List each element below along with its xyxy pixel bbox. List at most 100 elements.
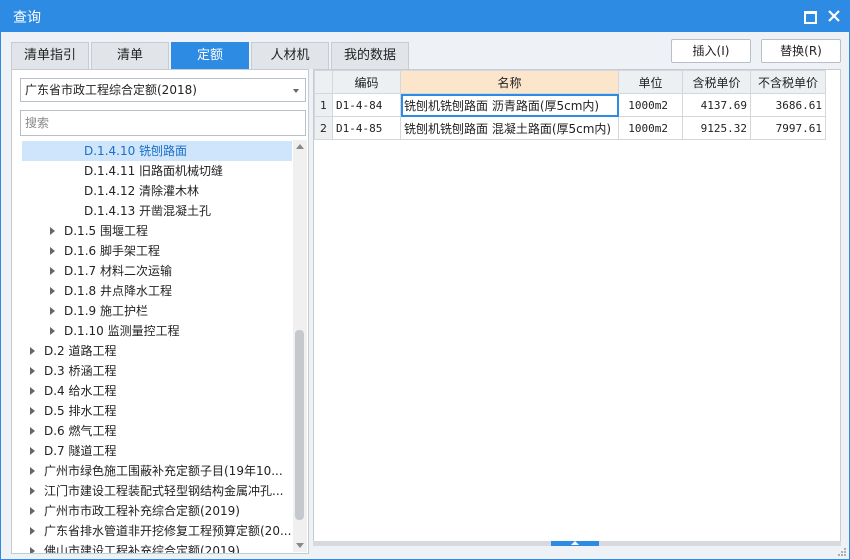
tree-item-label: D.4 给水工程 bbox=[44, 384, 117, 398]
cell-notax-price[interactable]: 7997.61 bbox=[750, 116, 826, 140]
table-row[interactable]: 2 D1-4-85 铣刨机铣刨路面 混凝土路面(厚5cm内) 1000m2 91… bbox=[314, 116, 826, 140]
tab-bill[interactable]: 清单 bbox=[91, 42, 169, 69]
tree-item[interactable]: D.2 道路工程 bbox=[22, 341, 292, 361]
table-row[interactable]: 1 D1-4-84 铣刨机铣刨路面 沥青路面(厚5cm内) 1000m2 413… bbox=[314, 93, 826, 117]
tab-labor-material[interactable]: 人材机 bbox=[251, 42, 329, 69]
cell-notax-price[interactable]: 3686.61 bbox=[750, 93, 826, 117]
expand-arrow-icon[interactable] bbox=[30, 427, 35, 435]
expand-arrow-icon[interactable] bbox=[30, 347, 35, 355]
tree-item-label: D.5 排水工程 bbox=[44, 404, 117, 418]
expand-arrow-icon[interactable] bbox=[30, 407, 35, 415]
column-header-name[interactable]: 名称 bbox=[400, 70, 619, 94]
tree-scrollbar[interactable] bbox=[293, 140, 307, 552]
cell-unit[interactable]: 1000m2 bbox=[618, 93, 683, 117]
expand-arrow-icon[interactable] bbox=[50, 247, 55, 255]
expand-arrow-icon[interactable] bbox=[30, 467, 35, 475]
tree-item[interactable]: D.1.9 施工护栏 bbox=[22, 301, 292, 321]
scroll-up-icon[interactable] bbox=[296, 144, 304, 149]
column-header-notax-price[interactable]: 不含税单价 bbox=[750, 70, 826, 94]
replace-button[interactable]: 替换(R) bbox=[761, 39, 841, 63]
quota-grid-panel: 编码 名称 单位 含税单价 不含税单价 1 D1-4-84 铣刨机铣刨路面 沥青… bbox=[313, 69, 841, 544]
expand-arrow-icon[interactable] bbox=[30, 507, 35, 515]
tree-item[interactable]: 广州市市政工程补充综合定额(2019) bbox=[22, 501, 292, 521]
expand-arrow-icon[interactable] bbox=[50, 267, 55, 275]
tree-item[interactable]: D.7 隧道工程 bbox=[22, 441, 292, 461]
tree-item-label: D.1.5 围堰工程 bbox=[64, 224, 148, 238]
tree-item-label: D.1.4.10 铣刨路面 bbox=[84, 144, 188, 158]
cell-name[interactable]: 铣刨机铣刨路面 混凝土路面(厚5cm内) bbox=[400, 116, 619, 140]
tree-item-label: 广东省排水管道非开挖修复工程预算定额(20... bbox=[44, 524, 292, 538]
tree-item-label: D.1.8 井点降水工程 bbox=[64, 284, 172, 298]
expand-arrow-icon[interactable] bbox=[30, 447, 35, 455]
title-bar: 查询 bbox=[0, 0, 850, 32]
tree-item-label: D.7 隧道工程 bbox=[44, 444, 117, 458]
cell-code[interactable]: D1-4-85 bbox=[332, 116, 401, 140]
expand-arrow-icon[interactable] bbox=[50, 327, 55, 335]
tree-item-label: D.3 桥涵工程 bbox=[44, 364, 117, 378]
tree-item[interactable]: D.1.5 围堰工程 bbox=[22, 221, 292, 241]
tree-item[interactable]: 广州市绿色施工围蔽补充定额子目(19年10... bbox=[22, 461, 292, 481]
expand-arrow-icon[interactable] bbox=[30, 387, 35, 395]
expand-arrow-icon[interactable] bbox=[30, 527, 35, 535]
cell-tax-price[interactable]: 4137.69 bbox=[682, 93, 751, 117]
tree-item-label: 广州市绿色施工围蔽补充定额子目(19年10... bbox=[44, 464, 283, 478]
tree-item[interactable]: D.1.4.13 开凿混凝土孔 bbox=[22, 201, 292, 221]
library-select[interactable]: 广东省市政工程综合定额(2018) bbox=[20, 78, 306, 102]
tree-item[interactable]: D.5 排水工程 bbox=[22, 401, 292, 421]
splitter-handle[interactable] bbox=[551, 541, 599, 546]
tab-bill-guide[interactable]: 清单指引 bbox=[11, 42, 89, 69]
tree-item-label: D.2 道路工程 bbox=[44, 344, 117, 358]
expand-arrow-icon[interactable] bbox=[30, 487, 35, 495]
tree-item[interactable]: D.4 给水工程 bbox=[22, 381, 292, 401]
tab-my-data[interactable]: 我的数据 bbox=[331, 42, 409, 69]
cell-unit[interactable]: 1000m2 bbox=[618, 116, 683, 140]
tree-item[interactable]: 佛山市建设工程补充综合定额(2019) bbox=[22, 541, 292, 554]
expand-arrow-icon[interactable] bbox=[50, 227, 55, 235]
tree-item-label: D.1.9 施工护栏 bbox=[64, 304, 148, 318]
tree-item[interactable]: D.1.8 井点降水工程 bbox=[22, 281, 292, 301]
tree-item[interactable]: D.3 桥涵工程 bbox=[22, 361, 292, 381]
expand-arrow-icon[interactable] bbox=[30, 547, 35, 553]
maximize-icon[interactable] bbox=[799, 6, 819, 26]
tree-item[interactable]: D.1.4.11 旧路面机械切缝 bbox=[22, 161, 292, 181]
tree-item[interactable]: D.1.4.12 清除灌木林 bbox=[22, 181, 292, 201]
tree-item[interactable]: D.1.10 监测量控工程 bbox=[22, 321, 292, 341]
tree-item[interactable]: D.1.7 材料二次运输 bbox=[22, 261, 292, 281]
tree-item-label: D.1.4.12 清除灌木林 bbox=[84, 184, 200, 198]
resize-grip-icon[interactable] bbox=[837, 547, 847, 557]
library-select-value: 广东省市政工程综合定额(2018) bbox=[25, 83, 197, 97]
column-header-unit[interactable]: 单位 bbox=[618, 70, 683, 94]
tree-item[interactable]: 江门市建设工程装配式轻型钢结构金属冲孔... bbox=[22, 481, 292, 501]
cell-code[interactable]: D1-4-84 bbox=[332, 93, 401, 117]
cell-name[interactable]: 铣刨机铣刨路面 沥青路面(厚5cm内) bbox=[400, 93, 619, 117]
tree-item-label: 佛山市建设工程补充综合定额(2019) bbox=[44, 544, 240, 554]
expand-arrow-icon[interactable] bbox=[30, 367, 35, 375]
tree-item-label: 江门市建设工程装配式轻型钢结构金属冲孔... bbox=[44, 484, 284, 498]
row-number: 2 bbox=[314, 116, 333, 140]
scroll-thumb[interactable] bbox=[295, 330, 304, 520]
tree-item[interactable]: 广东省排水管道非开挖修复工程预算定额(20... bbox=[22, 521, 292, 541]
expand-arrow-icon[interactable] bbox=[50, 307, 55, 315]
chevron-down-icon bbox=[293, 89, 299, 93]
column-header-tax-price[interactable]: 含税单价 bbox=[682, 70, 751, 94]
table-header-row: 编码 名称 单位 含税单价 不含税单价 bbox=[314, 70, 826, 94]
cell-tax-price[interactable]: 9125.32 bbox=[682, 116, 751, 140]
close-icon[interactable] bbox=[824, 6, 844, 26]
expand-arrow-icon[interactable] bbox=[50, 287, 55, 295]
tree-item-label: D.1.6 脚手架工程 bbox=[64, 244, 160, 258]
tree-item[interactable]: D.1.4.10 铣刨路面 bbox=[22, 141, 292, 161]
search-input[interactable] bbox=[20, 110, 306, 136]
dialog-body: 清单指引 清单 定额 人材机 我的数据 插入(I) 替换(R) 广东省市政工程综… bbox=[0, 32, 850, 560]
window-title: 查询 bbox=[13, 10, 41, 26]
tree-item[interactable]: D.1.6 脚手架工程 bbox=[22, 241, 292, 261]
insert-button[interactable]: 插入(I) bbox=[671, 39, 751, 63]
tree-item[interactable]: D.6 燃气工程 bbox=[22, 421, 292, 441]
tree-item-label: 广州市市政工程补充综合定额(2019) bbox=[44, 504, 240, 518]
tree-item-label: D.1.10 监测量控工程 bbox=[64, 324, 180, 338]
column-header-code[interactable]: 编码 bbox=[332, 70, 401, 94]
tree-item-label: D.1.7 材料二次运输 bbox=[64, 264, 172, 278]
row-number: 1 bbox=[314, 93, 333, 117]
scroll-down-icon[interactable] bbox=[296, 543, 304, 548]
tab-quota[interactable]: 定额 bbox=[171, 42, 249, 69]
quota-tree-panel: 广东省市政工程综合定额(2018) D.1.4.10 铣刨路面 D.1.4.11 … bbox=[11, 69, 309, 554]
